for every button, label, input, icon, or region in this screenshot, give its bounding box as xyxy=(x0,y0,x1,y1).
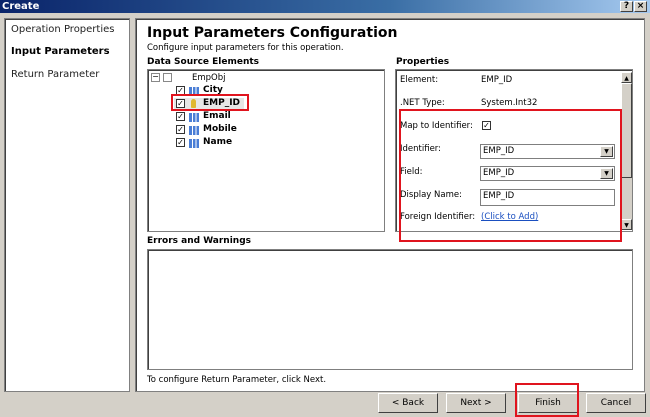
footer-hint: To configure Return Parameter, click Nex… xyxy=(147,375,327,385)
properties-label: Properties xyxy=(396,57,450,67)
back-button[interactable]: < Back xyxy=(378,393,438,413)
tree-item-email[interactable]: Email xyxy=(203,111,231,121)
highlight-box xyxy=(171,94,249,111)
window-title: Create xyxy=(2,1,40,12)
page-title: Input Parameters Configuration xyxy=(147,25,398,41)
page-subtitle: Configure input parameters for this oper… xyxy=(147,43,344,53)
column-icon xyxy=(189,139,199,148)
nav-input-parameters[interactable]: Input Parameters xyxy=(11,46,110,57)
scroll-down-icon[interactable]: ▼ xyxy=(621,219,632,230)
name-checkbox[interactable]: ✓ xyxy=(176,138,185,147)
scroll-up-icon[interactable]: ▲ xyxy=(621,72,632,83)
close-button[interactable]: × xyxy=(634,1,647,12)
nav-return-parameter[interactable]: Return Parameter xyxy=(11,69,99,80)
properties-scrollbar[interactable]: ▲ ▼ xyxy=(621,72,632,230)
cancel-button[interactable]: Cancel xyxy=(586,393,646,413)
column-icon xyxy=(189,113,199,122)
collapse-toggle[interactable]: − xyxy=(151,73,160,82)
type-value: System.Int32 xyxy=(481,98,538,108)
mobile-checkbox[interactable]: ✓ xyxy=(176,125,185,134)
wizard-nav: Operation Properties Input Parameters Re… xyxy=(4,18,130,392)
next-button[interactable]: Next > xyxy=(446,393,506,413)
nav-operation-properties[interactable]: Operation Properties xyxy=(11,24,114,35)
scroll-thumb[interactable] xyxy=(621,83,632,178)
element-label: Element: xyxy=(400,75,439,85)
highlight-box xyxy=(515,383,579,417)
data-source-label: Data Source Elements xyxy=(147,57,260,67)
type-label: .NET Type: xyxy=(400,98,445,108)
email-checkbox[interactable]: ✓ xyxy=(176,112,185,121)
errors-label: Errors and Warnings xyxy=(147,236,252,246)
title-bar: Create xyxy=(0,0,650,13)
errors-list xyxy=(147,249,633,370)
element-value: EMP_ID xyxy=(481,75,513,85)
help-button[interactable]: ? xyxy=(620,1,633,12)
root-checkbox[interactable] xyxy=(163,73,172,82)
tree-root-empobj[interactable]: EmpObj xyxy=(192,73,226,83)
tree-item-name[interactable]: Name xyxy=(203,137,232,147)
column-icon xyxy=(189,126,199,135)
tree-item-mobile[interactable]: Mobile xyxy=(203,124,237,134)
highlight-box xyxy=(399,109,622,242)
